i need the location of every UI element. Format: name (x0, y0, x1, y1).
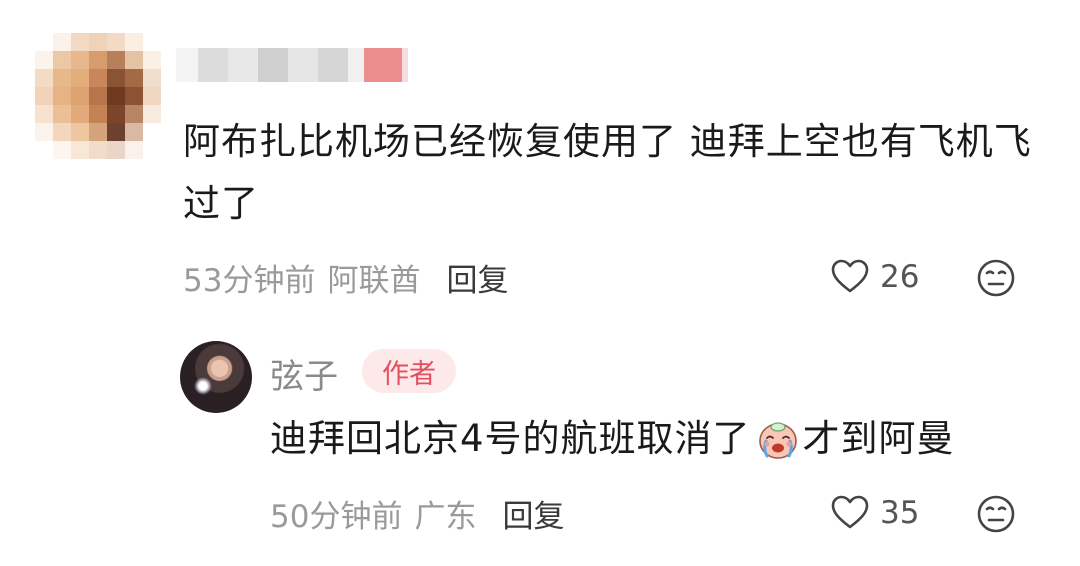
reply-button[interactable]: 回复 (446, 255, 508, 300)
heart-outline-icon (831, 495, 869, 529)
reply-text: 迪拜回北京4号的航班取消了 才到阿曼 (270, 411, 955, 467)
reply-time: 50分钟前 (270, 498, 403, 535)
username-blurred[interactable] (176, 48, 408, 82)
reply-text-part: 才到阿曼 (802, 417, 955, 460)
like-button[interactable]: 35 (830, 491, 919, 535)
avatar-earring (194, 377, 212, 395)
comment-location: 阿联酋 (327, 262, 421, 299)
comment-time: 53分钟前 (183, 262, 316, 299)
reply-button[interactable]: 回复 (502, 491, 564, 536)
dislike-face-icon[interactable] (976, 494, 1016, 534)
reply-author[interactable]: 弦子 (270, 349, 338, 398)
comment-item: 阿布扎比机场已经恢复使用了 迪拜上空也有飞机飞过了 53分钟前 阿联酋 回复 2… (0, 0, 1080, 310)
like-count: 26 (880, 259, 920, 295)
like-button[interactable]: 26 (830, 255, 919, 299)
reply-text-part: 迪拜回北京4号的航班取消了 (270, 417, 751, 460)
reply-location: 广东 (414, 498, 477, 535)
heart-outline-icon (831, 259, 869, 293)
dislike-face-icon[interactable] (976, 258, 1016, 298)
reply-meta: 50分钟前 广东 回复 (270, 488, 564, 538)
reply-avatar[interactable] (180, 341, 252, 413)
comment-text: 阿布扎比机场已经恢复使用了 迪拜上空也有飞机飞过了 (183, 120, 1032, 225)
like-count: 35 (880, 495, 920, 531)
avatar[interactable] (35, 33, 161, 159)
crying-face-emoji-icon (758, 422, 797, 459)
author-badge: 作者 (362, 349, 456, 393)
comment-meta: 53分钟前 阿联酋 回复 (183, 252, 508, 302)
